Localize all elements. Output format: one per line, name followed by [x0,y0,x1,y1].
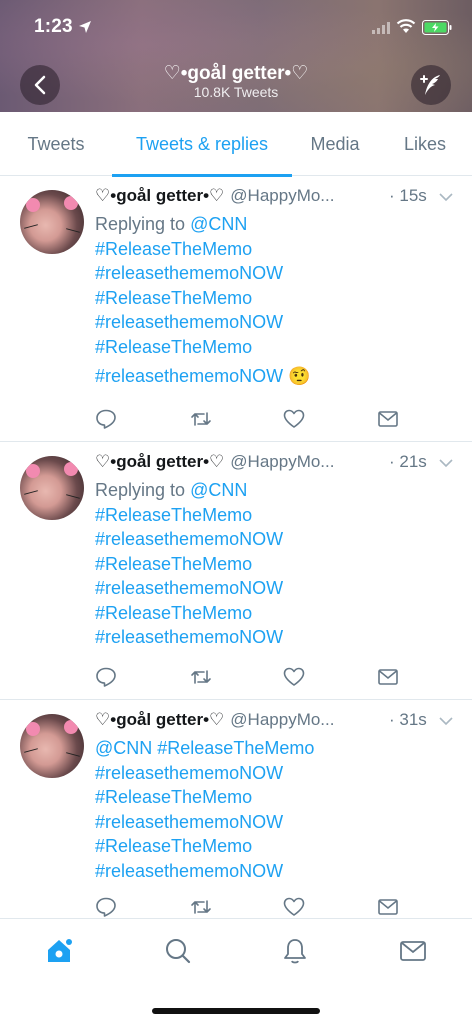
emoji: 🤨 [288,366,311,386]
tweet-actions [95,666,415,690]
tweet-author-handle[interactable]: @HappyMo... [230,452,334,471]
cellular-signal-icon [372,22,390,34]
tweet-author-name[interactable]: ♡•goål getter•♡ [95,452,224,471]
tweet-text: @CNN #ReleaseTheMemo #releasethememoNOW … [95,736,314,883]
battery-charging-icon [422,20,452,35]
hashtag-link[interactable]: #releasethememoNOW [95,366,283,386]
tab-likes[interactable]: Likes [378,112,472,176]
avatar[interactable] [20,190,84,254]
tab-tweets[interactable]: Tweets [0,112,112,176]
retweet-icon[interactable] [190,666,212,688]
hashtag-link[interactable]: #ReleaseTheMemo [95,503,283,528]
search-icon[interactable] [164,937,192,965]
location-arrow-icon [79,21,91,33]
avatar[interactable] [20,714,84,778]
like-icon[interactable] [283,408,305,430]
profile-header: 1:23 ♡•goål getter•♡ 10.8K Tweets [0,0,472,112]
compose-tweet-icon [420,75,440,95]
tweet-author-name[interactable]: ♡•goål getter•♡ [95,186,224,205]
home-icon[interactable] [45,937,73,965]
hashtag-link[interactable]: #ReleaseTheMemo [95,601,283,626]
tweet-header: ♡•goål getter•♡ @HappyMo... · 31s [95,710,455,734]
hashtag-link[interactable]: #ReleaseTheMemo [95,552,283,577]
home-indicator[interactable] [152,1008,320,1014]
hashtag-link[interactable]: #ReleaseTheMemo [95,286,311,311]
tweet[interactable]: ♡•goål getter•♡ @HappyMo... · 31s @CNN #R… [0,700,472,918]
direct-message-icon[interactable] [377,896,399,918]
status-time: 1:23 [34,16,73,37]
status-bar: 1:23 [0,0,472,56]
retweet-icon[interactable] [190,896,212,918]
hashtag-link[interactable]: #releasethememoNOW [95,810,314,835]
tweet-text: Replying to @CNN #ReleaseTheMemo #releas… [95,212,311,389]
reply-icon[interactable] [95,666,117,688]
tweet[interactable]: ♡•goål getter•♡ @HappyMo... · 21s Replyin… [0,442,472,700]
hashtag-link[interactable]: #releasethememoNOW [95,310,311,335]
tweet-header: ♡•goål getter•♡ @HappyMo... · 15s [95,186,455,210]
tab-media[interactable]: Media [292,112,378,176]
tweet-author-handle[interactable]: @HappyMo... [230,186,334,205]
hashtag-link[interactable]: #releasethememoNOW [95,261,311,286]
hashtag-link[interactable]: #releasethememoNOW [95,761,314,786]
tweet-author-handle[interactable]: @HappyMo... [230,710,334,729]
tweet-author-name[interactable]: ♡•goål getter•♡ [95,710,224,729]
tweet-actions [95,896,415,918]
hashtag-link[interactable]: #releasethememoNOW [95,859,314,884]
like-icon[interactable] [283,666,305,688]
chevron-down-icon[interactable] [439,192,453,202]
mention-link[interactable]: @CNN [190,214,247,234]
direct-message-icon[interactable] [377,666,399,688]
tweet-timestamp: · 21s [389,452,427,471]
notifications-icon[interactable] [281,937,309,965]
tweet-header: ♡•goål getter•♡ @HappyMo... · 21s [95,452,455,476]
hashtag-link[interactable]: #releasethememoNOW [95,576,283,601]
tweet-text: Replying to @CNN #ReleaseTheMemo #releas… [95,478,283,650]
tab-tweets-and-replies[interactable]: Tweets & replies [112,112,292,177]
hashtag-link[interactable]: #ReleaseTheMemo [95,785,314,810]
direct-message-icon[interactable] [377,408,399,430]
reply-icon[interactable] [95,408,117,430]
hashtag-link[interactable]: #releasethememoNOW [95,527,283,552]
profile-tabs: Tweets Tweets & replies Media Likes [0,112,472,177]
tweet-count: 10.8K Tweets [193,84,279,100]
hashtag-link[interactable]: #releasethememoNOW [95,625,283,650]
tweet-actions [95,408,415,432]
hashtag-link[interactable]: #ReleaseTheMemo [95,834,314,859]
messages-icon[interactable] [399,937,427,965]
compose-tweet-button[interactable] [411,65,451,105]
hashtag-link[interactable]: #ReleaseTheMemo [95,335,311,360]
like-icon[interactable] [283,896,305,918]
reply-icon[interactable] [95,896,117,918]
chevron-down-icon[interactable] [439,716,453,726]
mention-link[interactable]: @CNN [190,480,247,500]
tweet[interactable]: ♡•goål getter•♡ @HappyMo... · 15s Replyin… [0,176,472,442]
retweet-icon[interactable] [190,408,212,430]
hashtag-link[interactable]: #ReleaseTheMemo [95,237,311,262]
profile-nav: ♡•goål getter•♡ 10.8K Tweets [0,56,472,112]
tweet-timestamp: · 15s [389,186,427,205]
wifi-icon [396,19,416,33]
chevron-down-icon[interactable] [439,458,453,468]
profile-name: ♡•goål getter•♡ [163,63,309,84]
replying-to-label: Replying to [95,214,191,234]
mention-hashtag-line[interactable]: @CNN #ReleaseTheMemo [95,736,314,761]
avatar[interactable] [20,456,84,520]
replying-to-label: Replying to [95,480,191,500]
tweet-timestamp: · 31s [389,710,427,729]
